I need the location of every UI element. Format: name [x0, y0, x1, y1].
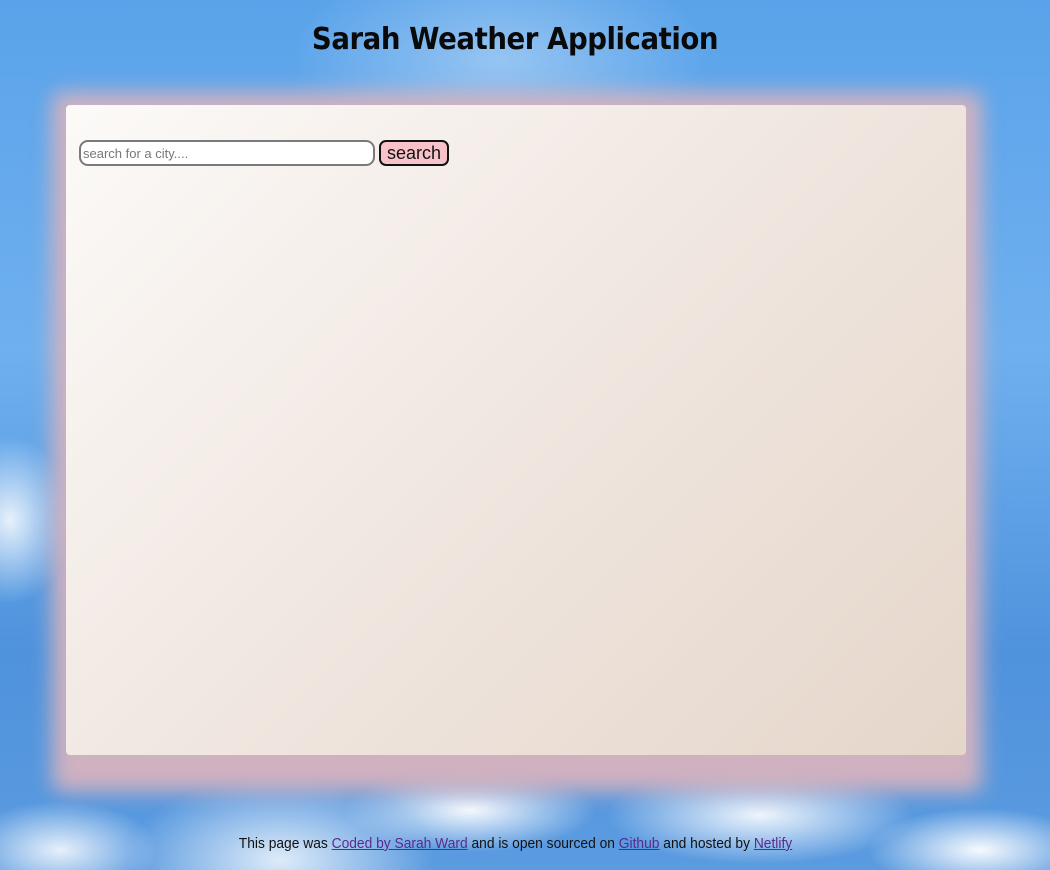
netlify-link[interactable]: Netlify — [754, 835, 792, 852]
footer: This page was Coded by Sarah Ward and is… — [41, 835, 990, 852]
page-title: Sarah Weather Application — [311, 22, 719, 57]
footer-text-2: and is open sourced on — [467, 835, 619, 852]
weather-card: search — [66, 105, 966, 755]
footer-text-1: This page was — [238, 835, 332, 852]
search-form: search — [79, 140, 450, 166]
search-input[interactable] — [79, 140, 375, 166]
coded-by-link[interactable]: Coded by Sarah Ward — [332, 835, 468, 852]
search-button[interactable]: search — [379, 140, 450, 166]
github-link[interactable]: Github — [619, 835, 660, 852]
footer-text-3: and hosted by — [659, 835, 754, 852]
